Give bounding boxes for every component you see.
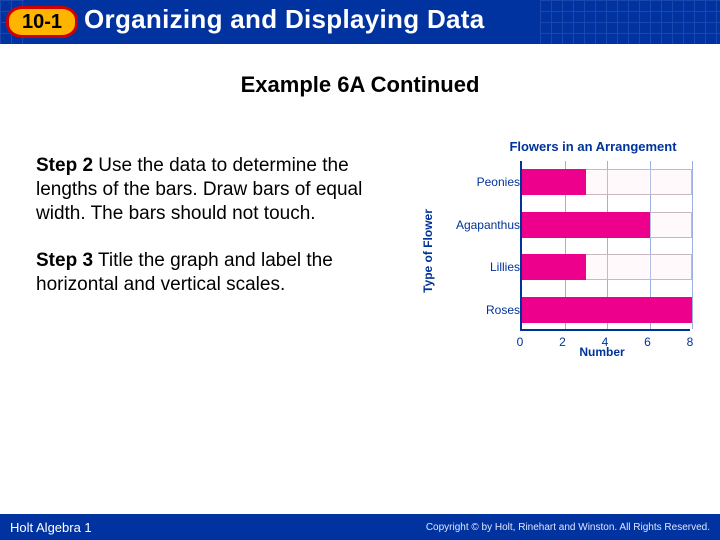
lesson-badge: 10-1 [6,6,78,38]
plot-area [520,161,690,331]
category-label: Roses [448,303,520,317]
footer-brand: Holt Algebra 1 [10,520,92,535]
tick-label: 8 [687,335,694,349]
example-title: Example 6A Continued [0,72,720,98]
bar-agapanthus [522,212,650,238]
category-label: Peonies [448,175,520,189]
step-3-label: Step 3 [36,250,93,271]
body-text: Step 2 Use the data to determine the len… [36,154,406,321]
tick-label: 4 [602,335,609,349]
page-title: Organizing and Displaying Data [84,4,485,35]
header-bar: 10-1 Organizing and Displaying Data [0,0,720,44]
bar-lillies [522,254,586,280]
tick-label: 6 [644,335,651,349]
chart: Flowers in an Arrangement Type of Flower… [430,140,700,380]
footer-copyright: Copyright © by Holt, Rinehart and Winsto… [426,522,710,533]
y-axis-label: Type of Flower [421,209,435,293]
chart-title: Flowers in an Arrangement [486,140,700,155]
step-2-label: Step 2 [36,155,93,176]
tick-label: 2 [559,335,566,349]
gridline [692,161,693,329]
step-2: Step 2 Use the data to determine the len… [36,154,406,225]
category-label: Lillies [448,260,520,274]
step-3: Step 3 Title the graph and label the hor… [36,249,406,297]
bar-peonies [522,169,586,195]
decorative-grid-right [540,0,720,44]
category-label: Agapanthus [448,218,520,232]
footer: Holt Algebra 1 Copyright © by Holt, Rine… [0,514,720,540]
bar-roses [522,297,692,323]
tick-label: 0 [517,335,524,349]
